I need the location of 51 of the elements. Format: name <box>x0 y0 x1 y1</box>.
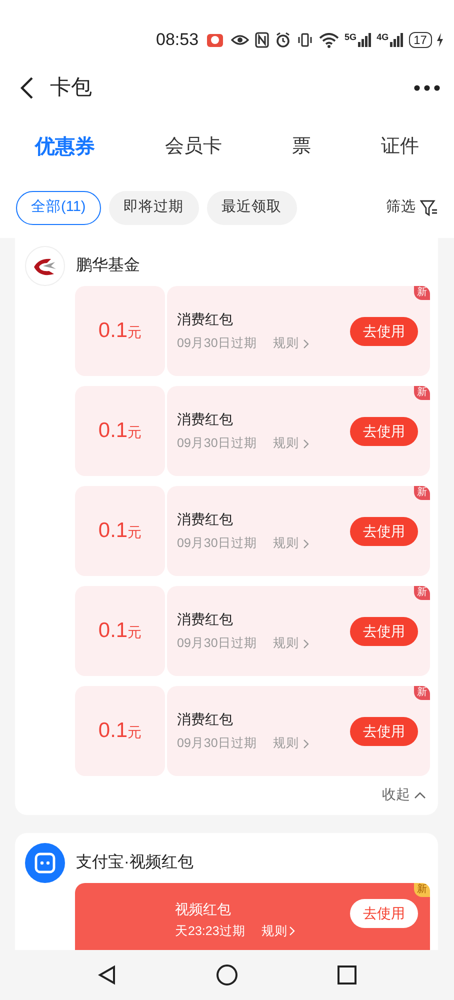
coupon-amount: 0.1元 <box>98 418 142 444</box>
filter-button[interactable]: 筛选 <box>386 197 438 219</box>
coupon-title: 消费红包 <box>177 510 234 530</box>
merchant-name: 鹏华基金 <box>76 256 140 276</box>
filter-chip[interactable]: 最近领取 <box>206 191 297 225</box>
coupon-title: 消费红包 <box>177 410 234 430</box>
coupon-amount: 0.1元 <box>98 718 142 744</box>
use-button[interactable]: 去使用 <box>350 616 418 646</box>
use-button[interactable]: 去使用 <box>350 899 418 928</box>
use-button[interactable]: 去使用 <box>350 516 418 546</box>
use-button[interactable]: 去使用 <box>350 316 418 346</box>
coupon-amount: 0.1元 <box>98 618 142 644</box>
new-tag: 新 <box>414 386 430 400</box>
expiry-date: 09月30日过期 <box>177 335 257 352</box>
network-type: 4G <box>376 33 389 42</box>
expiry-date: 天23:23过期 <box>175 923 246 940</box>
use-button[interactable]: 去使用 <box>350 716 418 746</box>
use-button[interactable]: 去使用 <box>350 416 418 446</box>
page-title: 卡包 <box>50 75 93 102</box>
rules-link[interactable]: 规则 <box>272 634 309 653</box>
clock-time: 08:53 <box>156 29 199 51</box>
rules-link[interactable]: 规则 <box>272 334 309 353</box>
coupon-amount: 0.1元 <box>98 518 142 544</box>
filter-chip[interactable]: 全部(11) <box>16 191 101 225</box>
tab[interactable]: 票 <box>292 132 311 162</box>
tab[interactable]: 证件 <box>381 132 419 162</box>
coupon-title: 消费红包 <box>177 610 234 630</box>
rules-link[interactable]: 规则 <box>272 734 309 753</box>
rules-link[interactable]: 规则 <box>272 434 309 453</box>
new-tag: 新 <box>414 286 430 300</box>
expiry-date: 09月30日过期 <box>177 535 257 552</box>
filter-chip[interactable]: 即将过期 <box>108 191 199 225</box>
expiry-date: 09月30日过期 <box>177 735 257 752</box>
tab[interactable]: 优惠券 <box>35 132 95 162</box>
new-tag: 新 <box>414 486 430 500</box>
coupon-title: 视频红包 <box>175 900 232 919</box>
coupon-title: 消费红包 <box>177 310 234 330</box>
merchant-name: 支付宝·视频红包 <box>76 852 194 873</box>
collapse-button[interactable]: 收起 <box>382 784 426 805</box>
rules-link[interactable]: 规则 <box>261 922 296 941</box>
network-type: 5G <box>344 33 357 42</box>
rules-link[interactable]: 规则 <box>272 534 309 553</box>
new-tag: 新 <box>414 586 430 600</box>
battery-level: 17 <box>408 32 432 48</box>
new-tag: 新 <box>414 686 430 700</box>
tab[interactable]: 会员卡 <box>165 132 222 162</box>
coupon-amount: 0.1元 <box>98 318 142 344</box>
expiry-date: 09月30日过期 <box>177 435 257 452</box>
coupon-title: 消费红包 <box>177 710 234 730</box>
expiry-date: 09月30日过期 <box>177 635 257 652</box>
new-tag: 新 <box>414 883 430 897</box>
